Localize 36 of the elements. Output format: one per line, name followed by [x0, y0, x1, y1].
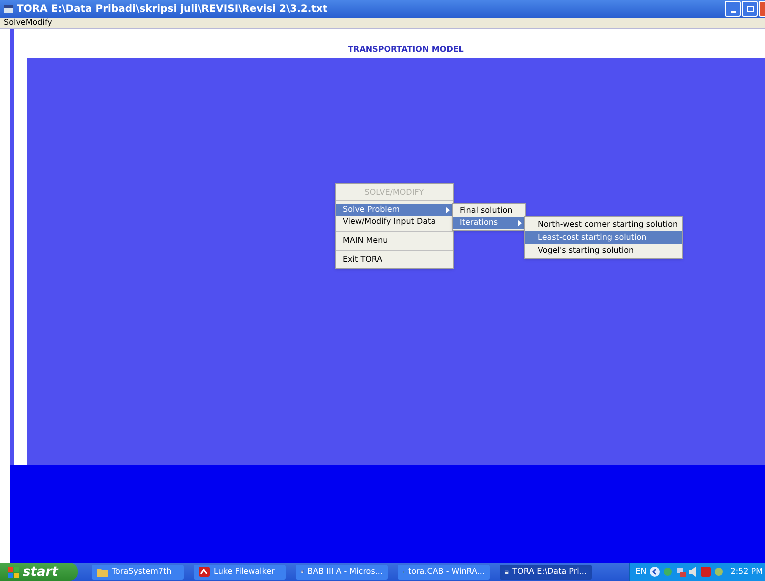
menu-item[interactable]: View/Modify Input Data	[336, 216, 453, 228]
tray-icon	[714, 567, 724, 577]
menu-item[interactable]: Final solution	[453, 205, 525, 217]
app-icon	[700, 567, 711, 577]
tray-icon	[662, 567, 673, 577]
menu-item[interactable]: Iterations	[453, 217, 525, 229]
taskbar-button[interactable]: BAB III A - Micros...	[296, 564, 388, 580]
menu-item[interactable]: Least-cost starting solution	[525, 231, 682, 244]
menu-item[interactable]: MAIN Menu	[336, 235, 453, 247]
folder-icon	[97, 568, 108, 576]
menu-item[interactable]: SolveModify	[4, 19, 52, 27]
network-icon	[676, 567, 686, 577]
clock: 2:52 PM	[730, 566, 763, 578]
minimize-button[interactable]	[725, 1, 741, 17]
taskbar-button[interactable]: TORA E:\Data Pri...	[500, 564, 592, 580]
model-heading: TRANSPORTATION MODEL	[347, 44, 464, 56]
menu-item[interactable]: Solve Problem	[336, 204, 453, 216]
submenu-arrow-icon	[446, 206, 450, 214]
menu-item[interactable]: Exit TORA	[336, 254, 453, 266]
start-button[interactable]: start	[0, 563, 78, 581]
window-title: TORA E:\Data Pribadi\skripsi juli\REVISI\Revisi 2\3.2.txt	[17, 2, 328, 16]
menu-title: SOLVE/MODIFY	[364, 187, 426, 199]
taskbar-button[interactable]: tora.CAB - WinRA...	[398, 564, 490, 580]
menu-item[interactable]: North-west corner starting solution	[525, 218, 682, 231]
windows-logo-icon	[8, 566, 19, 578]
close-button[interactable]	[759, 1, 765, 17]
window-icon	[4, 5, 13, 13]
menu-item[interactable]: Vogel's starting solution	[525, 244, 682, 257]
chevron-icon	[650, 567, 660, 577]
submenu-arrow-icon	[518, 220, 522, 226]
app-icon	[199, 567, 210, 577]
taskbar-button[interactable]: ToraSystem7th	[92, 564, 184, 580]
taskbar-button[interactable]: Luke Filewalker	[194, 564, 286, 580]
speaker-icon	[688, 567, 698, 577]
language-indicator: EN	[636, 566, 647, 578]
restore-button[interactable]	[742, 1, 758, 17]
